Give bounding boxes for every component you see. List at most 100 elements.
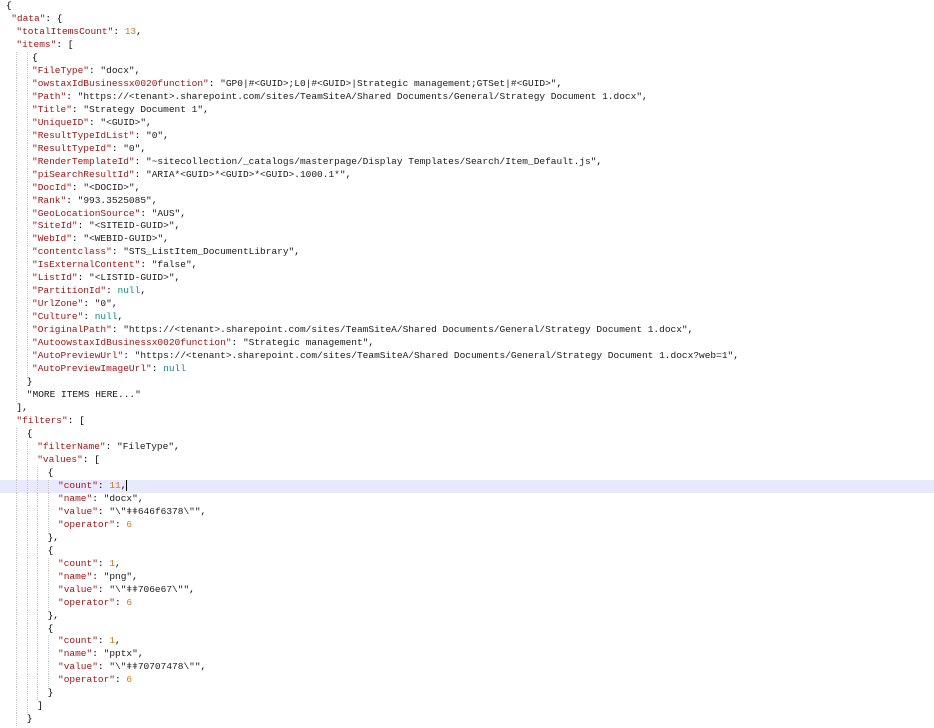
indent-guide bbox=[16, 557, 18, 571]
token: : bbox=[115, 518, 127, 530]
code-line: "OriginalPath": "https://<tenant>.sharep… bbox=[0, 324, 934, 338]
token: "png" bbox=[103, 570, 133, 582]
code-line: { bbox=[0, 466, 934, 480]
line-content: "count": 11, bbox=[0, 479, 128, 491]
indent-guide bbox=[16, 466, 18, 480]
indent-guide bbox=[37, 492, 39, 506]
indent-guide bbox=[26, 583, 28, 597]
indent-guide bbox=[37, 648, 39, 662]
line-content: "name": "pptx", bbox=[0, 648, 144, 659]
token: "https://<tenant>.sharepoint.com/sites/T… bbox=[123, 324, 688, 336]
token: "0" bbox=[94, 298, 112, 310]
token: , bbox=[189, 583, 195, 595]
code-line: "count": 11, bbox=[0, 479, 934, 493]
token: "\"ǂǂ646f6378\"" bbox=[109, 505, 201, 517]
indent-guide bbox=[47, 635, 49, 649]
indent-guide bbox=[26, 207, 28, 221]
indent-guide bbox=[26, 557, 28, 571]
token: : [ bbox=[56, 38, 74, 50]
token: "pptx" bbox=[103, 648, 138, 660]
indent-guide bbox=[16, 648, 18, 662]
token: , bbox=[115, 557, 121, 569]
code-line: ], bbox=[0, 402, 934, 415]
indent-guide bbox=[16, 440, 18, 454]
line-content: "count": 1, bbox=[0, 635, 121, 646]
token: "Strategy Document 1" bbox=[83, 103, 204, 115]
token: , bbox=[140, 285, 147, 297]
code-line: "totalItemsCount": 13, bbox=[0, 26, 934, 39]
token: : bbox=[89, 116, 101, 128]
token: "<SITEID-GUID>" bbox=[89, 220, 175, 232]
indent-guide bbox=[47, 583, 49, 597]
code-line: "values": [ bbox=[0, 453, 934, 467]
token: null bbox=[94, 311, 118, 323]
token: , bbox=[368, 337, 375, 349]
token: "count" bbox=[58, 557, 98, 569]
indent-guide bbox=[26, 311, 28, 325]
indent-guide bbox=[26, 661, 28, 675]
line-content: "owstaxIdBusinessx0020function": "GP0|#<… bbox=[0, 78, 562, 89]
indent-guide bbox=[16, 129, 18, 143]
indent-guide bbox=[26, 596, 28, 610]
indent-guide bbox=[26, 635, 28, 649]
token: "value" bbox=[58, 505, 98, 517]
token: , bbox=[146, 116, 152, 128]
code-line: "GeoLocationSource": "AUS", bbox=[0, 207, 934, 221]
token: "ListId" bbox=[32, 272, 78, 284]
token: ] bbox=[37, 700, 43, 712]
code-line: "data": { bbox=[0, 13, 934, 26]
indent-guide bbox=[16, 596, 18, 610]
token: , bbox=[132, 570, 138, 582]
token: "<GUID>" bbox=[100, 116, 147, 128]
indent-guide bbox=[16, 168, 18, 182]
token: ], bbox=[16, 402, 28, 414]
token: : bbox=[83, 298, 95, 310]
token: : bbox=[134, 155, 147, 167]
indent-guide bbox=[26, 700, 28, 714]
token: { bbox=[47, 544, 54, 556]
indent-guide bbox=[47, 674, 49, 688]
token: : bbox=[97, 635, 110, 647]
line-content: }, bbox=[0, 610, 59, 621]
token: "items" bbox=[16, 38, 57, 50]
code-line: } bbox=[0, 713, 934, 727]
indent-guide bbox=[16, 492, 18, 506]
indent-guide bbox=[16, 337, 18, 351]
token: : bbox=[71, 181, 84, 193]
token: "AutoPreviewUrl" bbox=[32, 350, 124, 362]
indent-guide bbox=[37, 687, 39, 701]
token: : bbox=[151, 363, 164, 375]
token: : bbox=[77, 220, 90, 232]
indent-guide bbox=[37, 674, 39, 688]
token: 13 bbox=[124, 25, 137, 37]
token: "<DOCID>" bbox=[83, 181, 135, 193]
token: : bbox=[97, 557, 110, 569]
code-line: } bbox=[0, 687, 934, 701]
token: "false" bbox=[151, 259, 192, 271]
indent-guide bbox=[16, 272, 18, 286]
code-line: "PartitionId": null, bbox=[0, 285, 934, 299]
token: , bbox=[203, 103, 209, 115]
indent-guide bbox=[26, 129, 28, 143]
token: { bbox=[32, 51, 38, 63]
indent-guide bbox=[16, 687, 18, 701]
token: : bbox=[111, 324, 124, 336]
token: "~sitecollection/_catalogs/masterpage/Di… bbox=[146, 155, 597, 167]
token: "operator" bbox=[58, 596, 116, 608]
token: : [ bbox=[82, 453, 100, 465]
line-content: "count": 1, bbox=[0, 558, 121, 569]
code-line: "name": "png", bbox=[0, 570, 934, 584]
line-content: "value": "\"ǂǂ70707478\"", bbox=[0, 661, 206, 672]
token: "ResultTypeIdList" bbox=[32, 129, 135, 141]
line-content: { bbox=[0, 52, 38, 63]
indent-guide bbox=[16, 207, 18, 221]
code-line: "operator": 6 bbox=[0, 518, 934, 532]
indent-guide bbox=[26, 259, 28, 273]
token: : bbox=[92, 648, 104, 660]
indent-guide bbox=[37, 609, 39, 623]
token: : bbox=[134, 168, 147, 180]
code-editor[interactable]: { "data": {"totalItemsCount": 13, "items":… bbox=[0, 0, 934, 728]
indent-guide bbox=[26, 622, 28, 636]
line-content: "AutoowstaxIdBusinessx0020function": "St… bbox=[0, 337, 374, 348]
indent-guide bbox=[16, 324, 18, 338]
